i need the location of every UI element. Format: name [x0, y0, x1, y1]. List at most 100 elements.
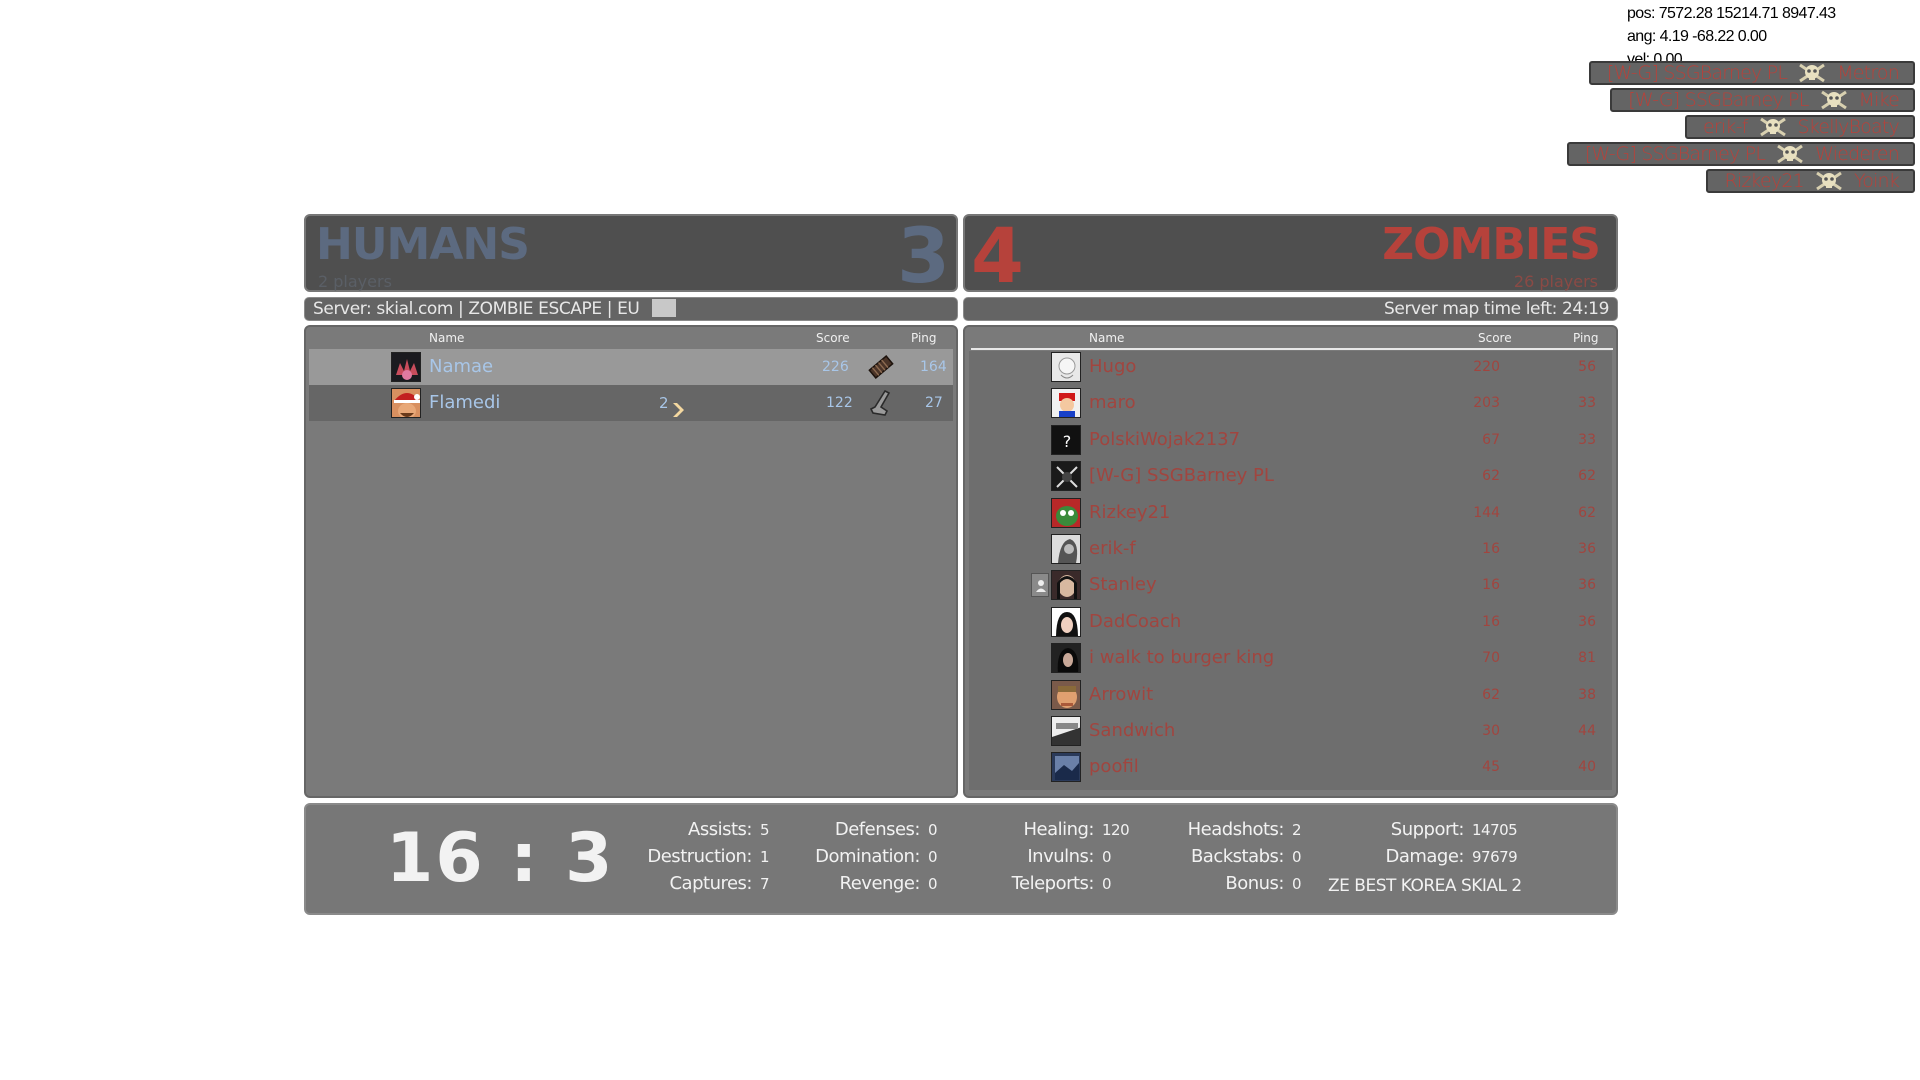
victim-name: Yoink — [1853, 170, 1900, 192]
humans-player-count: 2 players — [318, 272, 392, 291]
zombies-team-name: ZOMBIES — [1382, 219, 1601, 270]
player-name: Hugo — [1089, 356, 1137, 377]
avatar — [1051, 752, 1081, 783]
stat-headshots: Headshots: 2 — [1187, 819, 1302, 840]
humans-team-name: HUMANS — [316, 219, 530, 270]
debug-ang: ang: 4.19 -68.22 0.00 — [1627, 28, 1767, 45]
player-ping: 36 — [1578, 541, 1596, 557]
player-stats-panel: 16 : 3 Assists: 5 Destruction: 1 Captures:… — [304, 803, 1618, 915]
player-row[interactable]: erik-f 16 36 — [969, 531, 1612, 567]
player-name: PolskiWojak2137 — [1089, 428, 1241, 450]
player-ping: 81 — [1578, 650, 1596, 667]
stat-domination: Domination: 0 — [815, 846, 938, 867]
killer-name: erik-f — [1702, 116, 1748, 138]
server-info-bar: Server: skial.com | ZOMBIE ESCAPE | EU — [304, 297, 958, 321]
stat-backstabs: Backstabs: 0 — [1190, 846, 1302, 867]
victim-name: Wiederen — [1815, 143, 1900, 165]
region-flag-icon — [652, 299, 677, 317]
player-ping: 62 — [1578, 468, 1596, 485]
kill-feed-entry: [W-G] SSGBarney PL Metron — [1588, 61, 1915, 85]
skull-icon — [1775, 143, 1805, 165]
map-time-left: Server map time left: 24:19 — [1384, 299, 1609, 319]
stat-healing: Healing: 120 — [1023, 819, 1130, 840]
player-row[interactable]: Rizkey21 144 62 — [969, 495, 1612, 531]
col-ping: Ping — [911, 331, 937, 345]
player-ping: 33 — [1578, 395, 1596, 412]
player-score: 62 — [1482, 468, 1500, 485]
player-row[interactable]: maro 203 33 — [969, 385, 1612, 421]
player-ping: 38 — [1578, 686, 1596, 703]
medigun-icon — [867, 353, 895, 381]
humans-player-list[interactable]: Name Score Ping Namae 226 164 Flamedi 2 … — [304, 325, 958, 798]
friend-icon — [1031, 573, 1049, 598]
col-name: Name — [1089, 331, 1125, 345]
skull-icon — [1819, 89, 1849, 111]
player-row[interactable]: Arrowit 62 38 — [969, 677, 1612, 713]
player-name: Stanley — [1089, 574, 1157, 596]
player-score: 203 — [1473, 395, 1500, 412]
stat-captures: Captures: 7 — [669, 873, 770, 894]
killer-name: Rizkey21 — [1724, 170, 1804, 192]
player-score: 45 — [1482, 759, 1500, 776]
player-name: i walk to burger king — [1089, 647, 1275, 669]
killer-name: [W-G] SSGBarney PL — [1628, 89, 1809, 111]
zombies-header: 4 ZOMBIES 26 players — [963, 211, 1618, 300]
player-row[interactable]: Hugo 220 56 — [969, 349, 1612, 385]
avatar — [1051, 388, 1081, 419]
avatar — [391, 352, 421, 382]
current-map-name: ZE BEST KOREA SKIAL 2 — [1328, 876, 1522, 896]
avatar — [1051, 352, 1081, 382]
boot-icon — [867, 389, 895, 417]
kill-feed-entry: Rizkey21 Yoink — [1706, 169, 1915, 193]
player-score: 226 — [822, 359, 849, 375]
player-ping: 164 — [920, 359, 947, 375]
player-ping: 44 — [1578, 723, 1596, 739]
zombies-player-count: 26 players — [1513, 272, 1598, 291]
avatar — [1051, 716, 1081, 746]
player-row[interactable]: Stanley 16 36 — [969, 567, 1612, 603]
stat-defenses: Defenses: 0 — [834, 819, 938, 840]
player-name: erik-f — [1089, 538, 1136, 559]
stat-teleports: Teleports: 0 — [1011, 873, 1112, 894]
zombies-player-list[interactable]: Name Score Ping Hugo 220 56 maro 203 33? Polsk… — [963, 325, 1618, 798]
stat-support: Support: 14705 — [1390, 819, 1518, 840]
player-row[interactable]: DadCoach 16 36 — [969, 604, 1612, 640]
player-ping: 33 — [1578, 431, 1596, 448]
player-row-flamedi[interactable]: Flamedi 2 122 27 — [309, 385, 953, 421]
map-time-bar: Server map time left: 24:19 — [963, 297, 1618, 321]
player-name: Rizkey21 — [1089, 501, 1171, 523]
domination-count: 2 — [659, 394, 669, 412]
avatar — [1051, 534, 1081, 564]
debug-pos: pos: 7572.28 15214.71 8947.43 — [1627, 5, 1836, 22]
player-row[interactable]: i walk to burger king 70 81 — [969, 640, 1612, 676]
kills-deaths: 16 : 3 — [386, 819, 615, 898]
player-row[interactable]: ? PolskiWojak2137 67 33 — [969, 422, 1612, 458]
player-score: 16 — [1482, 613, 1500, 630]
avatar: ? — [1051, 424, 1081, 455]
stat-damage: Damage: 97679 — [1385, 846, 1518, 867]
stat-destruction: Destruction: 1 — [647, 846, 770, 867]
player-name: maro — [1089, 392, 1136, 414]
player-score: 220 — [1473, 359, 1500, 375]
skull-icon — [1758, 116, 1788, 138]
stat-revenge: Revenge: 0 — [839, 873, 938, 894]
avatar — [1051, 643, 1081, 674]
kill-feed-entry: [W-G] SSGBarney PL Wiederen — [1566, 142, 1915, 166]
player-score: 67 — [1482, 431, 1500, 448]
humans-team-score: 3 — [897, 211, 950, 300]
avatar — [1051, 679, 1081, 710]
player-row[interactable]: [W-G] SSGBarney PL 62 62 — [969, 458, 1612, 494]
player-score: 16 — [1482, 577, 1500, 594]
avatar — [1051, 497, 1081, 528]
player-row[interactable]: Sandwich 30 44 — [969, 713, 1612, 749]
victim-name: SkellyBoaty — [1797, 116, 1900, 138]
player-row[interactable]: poofil 45 40 — [969, 749, 1612, 785]
stat-bonus: Bonus: 0 — [1225, 873, 1302, 894]
stat-invulns: Invulns: 0 — [1027, 846, 1112, 867]
col-ping: Ping — [1573, 331, 1599, 345]
player-ping: 36 — [1578, 577, 1596, 594]
player-score: 70 — [1482, 650, 1500, 667]
player-row-namae[interactable]: Namae 226 164 — [309, 349, 953, 385]
player-name: poofil — [1089, 756, 1139, 778]
kill-feed-entry: [W-G] SSGBarney PL Mike — [1610, 88, 1915, 112]
